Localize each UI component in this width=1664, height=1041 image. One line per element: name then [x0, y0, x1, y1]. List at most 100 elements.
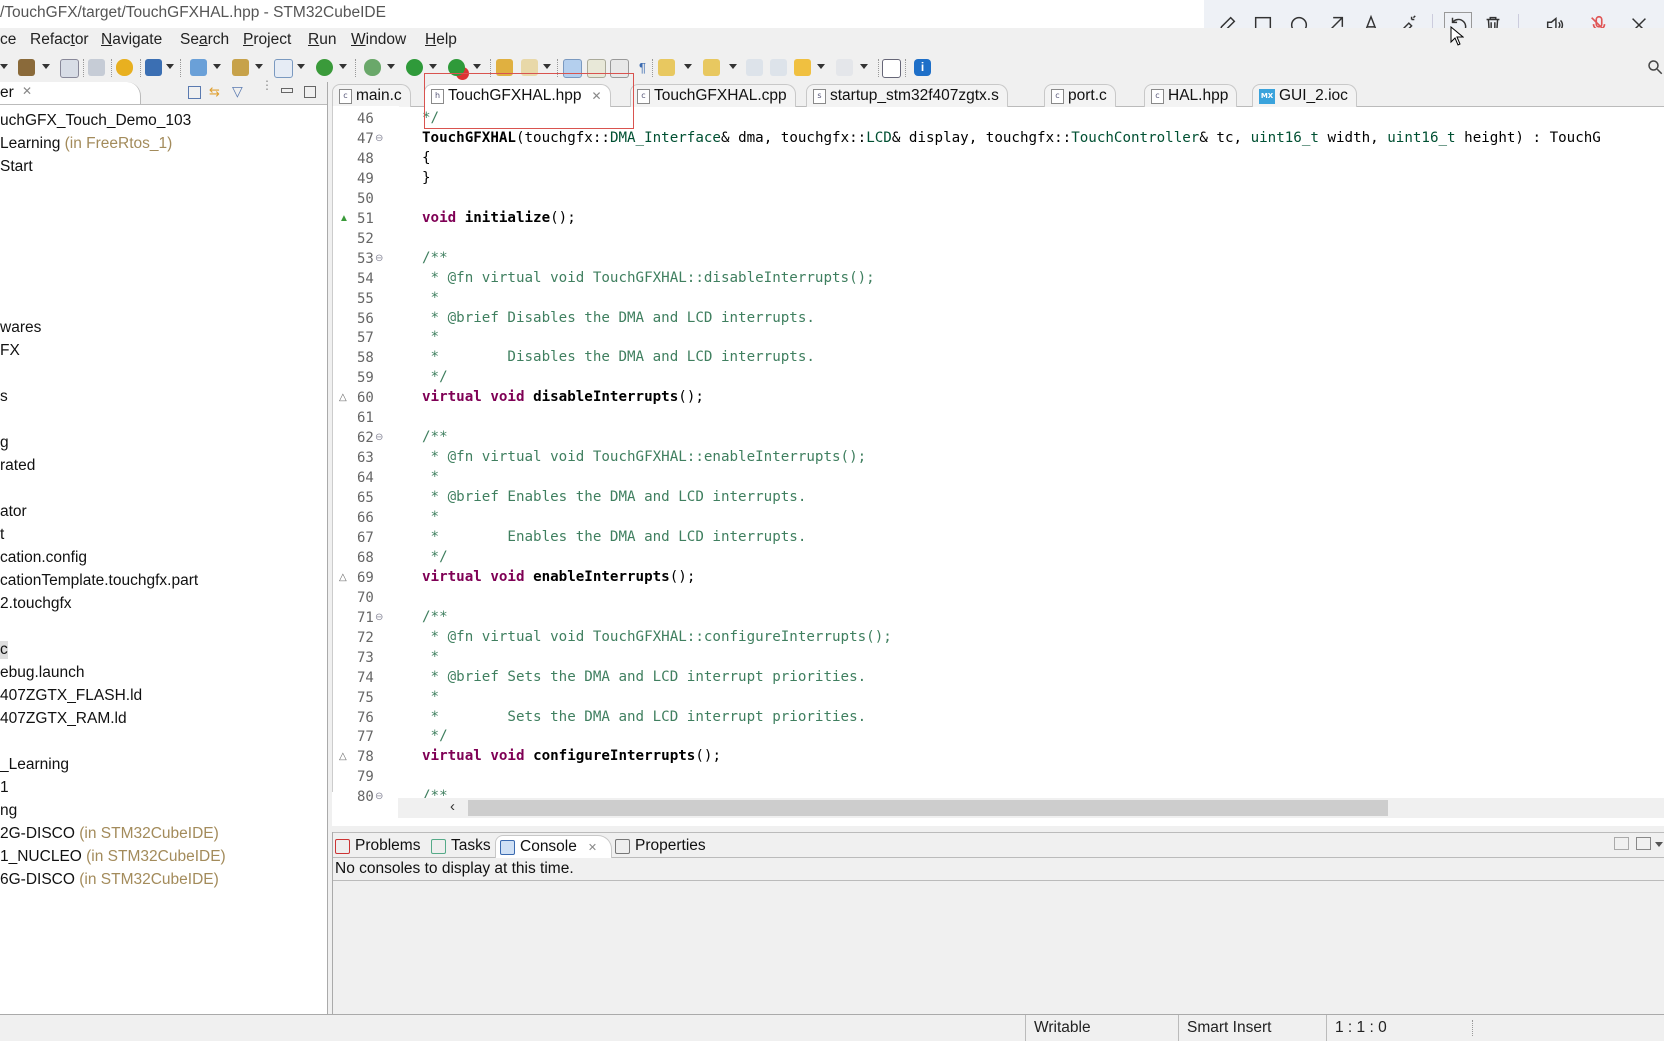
fold-toggle-icon[interactable]: ⊖ [375, 253, 383, 264]
menu-help[interactable]: Help [425, 31, 457, 49]
editor-tab[interactable]: c TouchGFXHAL.cpp [630, 84, 796, 107]
dropdown-arrow-icon[interactable] [42, 64, 50, 69]
implements-marker-icon[interactable]: ▲ [339, 213, 349, 224]
tree-item[interactable]: rated [0, 457, 35, 475]
console-output[interactable] [333, 880, 1664, 1015]
tree-item[interactable]: Learning (in FreeRtos_1) [0, 135, 172, 153]
editor-tab[interactable]: s startup_stm32f407zgtx.s [806, 84, 1008, 107]
forward-edit-icon[interactable] [770, 59, 787, 76]
scrollbar-thumb[interactable] [468, 800, 1388, 816]
forward-arrow-icon[interactable] [836, 59, 853, 76]
menu-refactor[interactable]: Refactor [30, 31, 89, 49]
dropdown-arrow-icon[interactable] [543, 64, 551, 69]
next-annotation-icon[interactable] [658, 59, 675, 76]
build-hammer-icon[interactable] [18, 59, 35, 76]
close-tab-icon[interactable]: ✕ [588, 841, 597, 854]
panel-tab-properties[interactable]: Properties [615, 835, 706, 857]
dropdown-arrow-icon[interactable] [166, 64, 174, 69]
editor-tab[interactable]: c port.c [1044, 84, 1116, 107]
menu-window[interactable]: Window [351, 31, 406, 49]
tree-item[interactable]: c [0, 641, 8, 659]
tree-item[interactable]: cationTemplate.touchgfx.part [0, 572, 198, 590]
overrides-marker-icon[interactable]: △ [339, 392, 347, 403]
device-config-icon[interactable] [145, 59, 162, 76]
overrides-marker-icon[interactable]: △ [339, 751, 347, 762]
dropdown-arrow-icon[interactable] [387, 64, 395, 69]
dropdown-arrow-icon[interactable] [684, 64, 692, 69]
skip-breakpoints-icon[interactable] [88, 59, 105, 76]
project-explorer-tab[interactable]: er ✕ [0, 82, 141, 104]
back-arrow-icon[interactable] [794, 59, 811, 76]
open-console-icon[interactable] [1614, 837, 1629, 850]
minimize-icon[interactable] [281, 88, 293, 93]
tree-item[interactable]: _Learning [0, 756, 69, 774]
filter-icon[interactable]: ▽ [232, 83, 243, 100]
search-icon[interactable] [1646, 58, 1664, 80]
fold-toggle-icon[interactable]: ⊖ [375, 791, 383, 802]
new-class-icon[interactable] [316, 59, 333, 76]
editor-tab[interactable]: c HAL.hpp [1144, 84, 1238, 107]
maximize-icon[interactable] [304, 86, 316, 98]
tree-item[interactable]: 2.touchgfx [0, 595, 72, 613]
tree-item[interactable]: ator [0, 503, 27, 521]
collapse-all-icon[interactable] [188, 86, 201, 99]
dropdown-arrow-icon[interactable] [213, 64, 221, 69]
new-c-file-icon[interactable] [274, 59, 293, 78]
editor-tab[interactable]: MX GUI_2.ioc [1252, 84, 1357, 107]
menu-project[interactable]: Project [243, 31, 291, 49]
horizontal-scrollbar[interactable]: ‹ [398, 798, 1664, 818]
dropdown-arrow-icon[interactable] [729, 64, 737, 69]
show-whitespace-icon[interactable]: ¶ [634, 59, 651, 76]
overrides-marker-icon[interactable]: △ [339, 572, 347, 583]
cube-mx-icon[interactable] [116, 59, 133, 76]
panel-tab-problems[interactable]: Problems [335, 835, 420, 857]
info-icon[interactable]: i [914, 59, 931, 76]
close-icon[interactable]: ✕ [22, 84, 32, 98]
debug-bug-icon[interactable] [364, 59, 381, 76]
dropdown-arrow-icon[interactable] [339, 64, 347, 69]
run-icon[interactable] [406, 59, 423, 76]
view-menu-icon[interactable]: ⋮ [261, 79, 273, 91]
editor-tab[interactable]: c main.c [332, 84, 411, 107]
tree-item[interactable]: Start [0, 158, 33, 176]
tree-item[interactable]: g [0, 434, 9, 452]
tree-item[interactable]: 1 [0, 779, 9, 797]
tree-item[interactable]: 6G-DISCO (in STM32CubeIDE) [0, 871, 219, 889]
menu-search[interactable]: Search [180, 31, 229, 49]
menu-source[interactable]: ce [0, 31, 16, 49]
fold-toggle-icon[interactable]: ⊖ [375, 432, 383, 443]
fold-toggle-icon[interactable]: ⊖ [375, 133, 383, 144]
tree-item[interactable]: 407ZGTX_FLASH.ld [0, 687, 142, 705]
binary-file-icon[interactable] [60, 59, 79, 78]
dropdown-arrow-icon[interactable] [297, 64, 305, 69]
tree-item[interactable]: wares [0, 319, 41, 337]
menu-navigate[interactable]: Navigate [101, 31, 162, 49]
new-c-project-icon[interactable] [190, 59, 207, 76]
dropdown-arrow-icon[interactable] [429, 64, 437, 69]
tree-item[interactable]: s [0, 388, 8, 406]
fold-toggle-icon[interactable]: ⊖ [375, 612, 383, 623]
dropdown-arrow-icon[interactable] [1655, 842, 1663, 847]
dropdown-arrow-icon[interactable] [255, 64, 263, 69]
tree-item[interactable]: ng [0, 802, 17, 820]
tree-item[interactable]: 1_NUCLEO (in STM32CubeIDE) [0, 848, 226, 866]
dropdown-arrow-icon[interactable] [473, 64, 481, 69]
tree-item[interactable]: ebug.launch [0, 664, 84, 682]
dropdown-arrow-icon[interactable] [0, 64, 8, 69]
dropdown-arrow-icon[interactable] [817, 64, 825, 69]
scroll-left-icon[interactable]: ‹ [450, 798, 455, 815]
tree-item[interactable]: t [0, 526, 4, 544]
tree-item[interactable]: 407ZGTX_RAM.ld [0, 710, 127, 728]
link-with-editor-icon[interactable]: ⇆ [209, 84, 220, 100]
panel-tab-tasks[interactable]: Tasks [431, 835, 491, 857]
menu-run[interactable]: Run [308, 31, 336, 49]
open-perspective-icon[interactable] [882, 59, 901, 78]
new-folder-icon[interactable] [232, 59, 249, 76]
tree-item[interactable]: FX [0, 342, 20, 360]
last-edit-icon[interactable] [746, 59, 763, 76]
display-console-icon[interactable] [1636, 837, 1651, 850]
tree-item[interactable]: 2G-DISCO (in STM32CubeIDE) [0, 825, 219, 843]
tree-item[interactable]: cation.config [0, 549, 87, 567]
tree-item[interactable]: uchGFX_Touch_Demo_103 [0, 112, 191, 130]
dropdown-arrow-icon[interactable] [860, 64, 868, 69]
